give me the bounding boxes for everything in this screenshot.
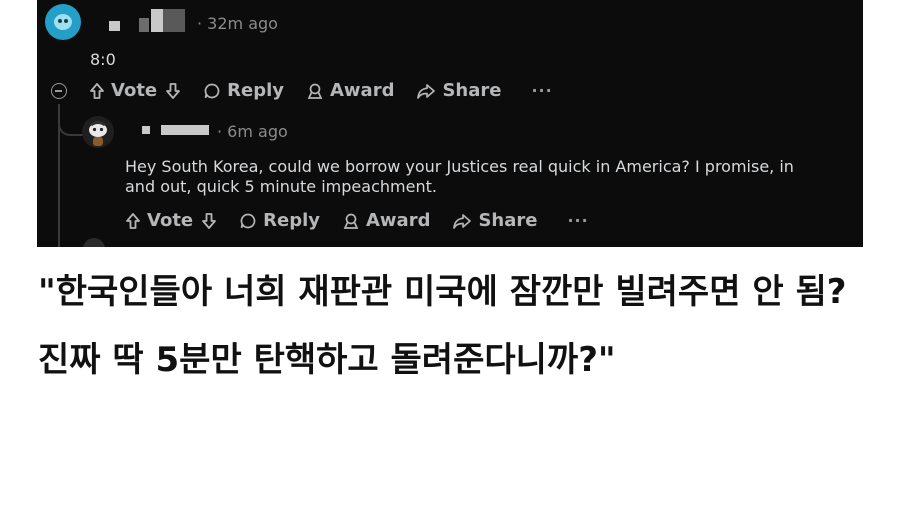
redacted-username <box>109 21 120 31</box>
award-icon <box>343 213 359 229</box>
reply-avatar[interactable] <box>82 116 114 148</box>
comment-timestamp: · 32m ago <box>197 14 278 33</box>
share-button[interactable]: Share <box>452 210 537 231</box>
snoo-avatar-icon <box>89 121 107 146</box>
award-label: Award <box>329 80 395 101</box>
next-comment-avatar-peek <box>83 238 105 247</box>
share-icon <box>417 83 436 99</box>
reply-button[interactable]: Reply <box>239 210 320 231</box>
downvote-icon[interactable] <box>165 82 181 100</box>
share-label: Share <box>478 210 538 231</box>
vote-control: Vote <box>89 80 181 101</box>
more-options-button[interactable]: ··· <box>531 81 552 100</box>
redacted-username <box>161 125 209 135</box>
share-button[interactable]: Share <box>416 80 501 101</box>
reply-icon <box>204 83 220 98</box>
reply-body: Hey South Korea, could we borrow your Ju… <box>125 157 794 196</box>
vote-label: Vote <box>111 80 158 101</box>
korean-translation-caption: "한국인들아 너희 재판관 미국에 잠깐만 빌려주면 안 됨? 진짜 딱 5분만… <box>38 272 847 380</box>
reply-label: Reply <box>263 210 320 231</box>
redacted-username <box>142 126 150 134</box>
award-button[interactable]: Award <box>342 210 430 231</box>
redacted-username <box>151 9 163 32</box>
reply-actions: Vote Reply Award Share ··· <box>125 210 589 231</box>
reply-icon <box>240 213 256 228</box>
comment-thread-screenshot: · 32m ago 8:0 Vote Reply Award Share ··· <box>37 0 863 247</box>
comment-body: 8:0 <box>90 50 116 69</box>
award-icon <box>307 83 323 99</box>
reply-label: Reply <box>227 80 284 101</box>
share-icon <box>453 213 472 229</box>
reply-button[interactable]: Reply <box>203 80 284 101</box>
award-button[interactable]: Award <box>306 80 394 101</box>
redacted-username <box>139 18 149 32</box>
upvote-icon[interactable] <box>89 82 105 100</box>
collapse-thread-button[interactable] <box>51 83 67 99</box>
vote-control: Vote <box>125 210 217 231</box>
avatar[interactable] <box>45 4 81 40</box>
upvote-icon[interactable] <box>125 212 141 230</box>
comment-actions: Vote Reply Award Share ··· <box>89 80 553 101</box>
reply-timestamp: · 6m ago <box>217 122 288 141</box>
award-label: Award <box>365 210 431 231</box>
vote-label: Vote <box>147 210 194 231</box>
share-label: Share <box>442 80 502 101</box>
downvote-icon[interactable] <box>201 212 217 230</box>
more-options-button[interactable]: ··· <box>567 211 588 230</box>
redacted-username <box>163 9 185 32</box>
